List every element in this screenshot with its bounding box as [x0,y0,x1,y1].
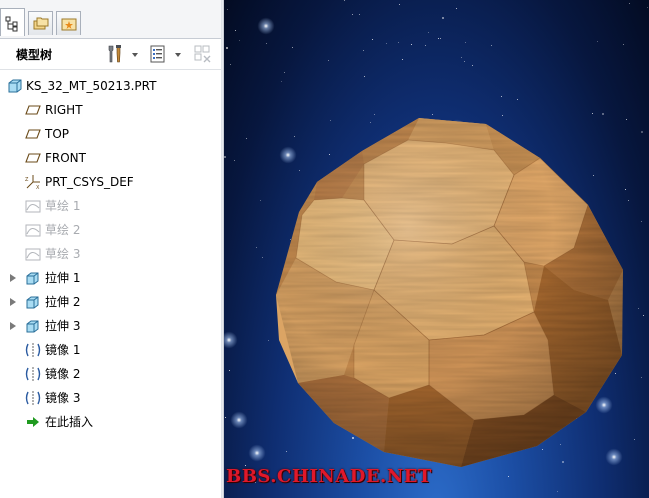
tree-item[interactable]: TOP [0,124,221,144]
graphics-viewport[interactable]: BBS.CHINADE.NET [224,0,649,498]
extrude-icon [26,272,39,285]
tree-item-label: 草绘 1 [45,199,81,213]
tree-item-label: TOP [45,127,70,141]
sketch-icon [25,248,41,261]
tree-root-part[interactable]: KS_32_MT_50213.PRT [0,76,221,96]
model-tree-panel: 模型树 KS_32_MT_50213.PRT RIGHT TOP FRONT Z… [0,0,221,498]
tree-item[interactable]: 拉伸 1 [0,268,221,288]
tree-item[interactable]: 在此插入 [0,412,221,432]
expand-arrow-icon[interactable] [10,298,16,306]
filter-columns-icon [194,45,211,63]
panel-tab-bar [0,0,221,39]
settings-tools-icon [108,45,121,63]
show-list-icon [150,45,165,63]
extrude-icon [26,320,39,333]
tree-item-label: 镜像 3 [45,391,81,405]
watermark-text: BBS.CHINADE.NET [226,466,432,487]
extrude-icon [26,296,39,309]
tree-item-label: 镜像 1 [45,343,81,357]
truncated-icosahedron-model[interactable] [224,0,649,498]
tree-item[interactable]: 草绘 2 [0,220,221,240]
insert-here-arrow-icon [27,417,39,427]
tree-item-label: 镜像 2 [45,367,81,381]
mirror-icon [25,391,41,405]
tree-icon [5,16,18,32]
tree-item[interactable]: 草绘 3 [0,244,221,264]
settings-button[interactable] [104,43,140,65]
tree-item-label: PRT_CSYS_DEF [45,175,134,189]
datum-plane-icon [25,129,41,139]
favorites-tab[interactable] [56,11,81,35]
star-folder-icon [61,18,77,31]
datum-plane-icon [25,105,41,115]
datum-plane-icon [25,153,41,163]
sketch-icon [25,224,41,237]
tree-item[interactable]: 镜像 3 [0,388,221,408]
panel-title: 模型树 [16,48,53,62]
tree-item-label: FRONT [45,151,86,165]
show-button[interactable] [148,43,184,65]
tree-item-label: 拉伸 2 [45,295,81,309]
tree-item[interactable]: 镜像 2 [0,364,221,384]
mirror-icon [25,367,41,381]
coordinate-system-icon: ZX [25,175,40,190]
tree-root-label: KS_32_MT_50213.PRT [26,79,157,93]
sketch-icon [25,200,41,213]
tree-item-label: 拉伸 3 [45,319,81,333]
tree-item-label: RIGHT [45,103,83,117]
tree-item-label: 草绘 3 [45,247,81,261]
tree-item[interactable]: RIGHT [0,100,221,120]
tree-item[interactable]: 草绘 1 [0,196,221,216]
svg-text:Z: Z [25,177,29,183]
folder-browser-tab[interactable] [28,11,53,35]
svg-text:X: X [36,185,40,190]
column-filter-button[interactable] [192,43,216,65]
model-shading [276,118,623,467]
mirror-icon [25,343,41,357]
tree-item-label: 草绘 2 [45,223,81,237]
tree-item[interactable]: Z X PRT_CSYS_DEF [0,172,221,192]
part-icon [8,79,22,93]
tree-item-label: 在此插入 [45,415,94,429]
expand-arrow-icon[interactable] [10,322,16,330]
model-tree-toolbar: 模型树 [0,39,221,70]
tree-item-label: 拉伸 1 [45,271,81,285]
expand-arrow-icon[interactable] [10,274,16,282]
model-tree-tab[interactable] [0,8,25,36]
tree-item[interactable]: 拉伸 2 [0,292,221,312]
tree-item[interactable]: 拉伸 3 [0,316,221,336]
folders-icon [33,17,49,30]
tree-item[interactable]: 镜像 1 [0,340,221,360]
tree-item[interactable]: FRONT [0,148,221,168]
